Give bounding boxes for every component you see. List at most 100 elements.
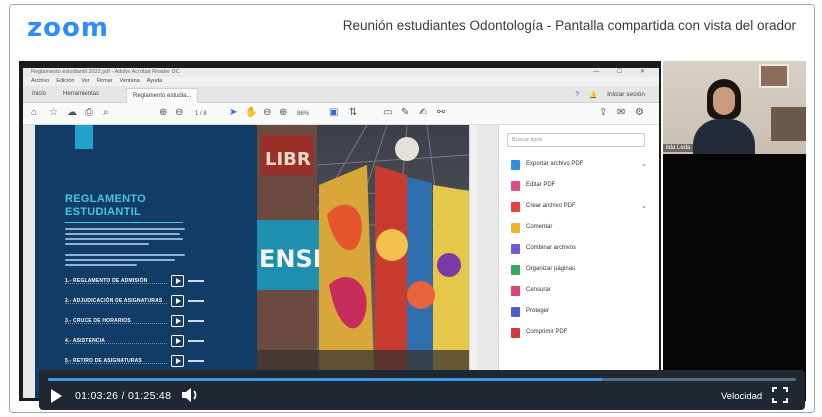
tool-icon [511,328,520,338]
tool-item[interactable]: Combinar archivos [511,243,651,257]
tools-menu-icon[interactable]: ⚙ [635,107,644,118]
progress-fill [48,378,602,381]
tool-icon [511,181,520,191]
scroll-mode-icon[interactable]: ⇅ [349,107,357,118]
tool-icon [511,244,520,254]
tool-label: Crear archivo PDF [526,203,576,209]
tool-label: Organizar páginas [526,266,576,272]
time-display: 01:03:26 / 01:25:48 [75,390,172,402]
star-icon[interactable]: ☆ [49,107,58,118]
document-heading: REGLAMENTO ESTUDIANTIL [65,193,147,218]
index-item[interactable]: 5.- RETIRO DE ASIGNATURAS [65,355,245,369]
zoom-out-icon[interactable]: ⊖ [263,107,271,118]
tool-item[interactable]: Exportar archivo PDF ⌄ [511,159,651,173]
tool-item[interactable]: Crear archivo PDF ⌄ [511,201,651,215]
total-time: 01:25:48 [127,390,172,402]
print-icon[interactable]: ⎙ [85,107,93,118]
zoom-in-icon[interactable]: ⊕ [279,107,287,118]
pen-icon[interactable]: ✎ [401,107,409,118]
index-item[interactable]: 1.- REGLAMENTO DE ADMISIÓN [65,275,245,289]
play-button[interactable] [49,388,63,404]
document-scrollbar[interactable] [469,125,477,398]
tool-icon [511,286,520,296]
fit-page-icon[interactable]: ▣ [329,107,338,118]
chevron-down-icon[interactable]: ⌄ [641,202,647,210]
comment-icon[interactable]: ▭ [383,107,392,118]
home-icon[interactable]: ⌂ [31,107,37,118]
tool-label: Exportar archivo PDF [526,161,584,167]
tool-item[interactable]: Comentar [511,222,651,236]
meeting-title: Reunión estudiantes Odontología - Pantal… [342,18,796,33]
speaker-video: ilda Leda [663,61,806,154]
pdf-toolbar: ⌂ ☆ ☁ ⎙ ⌕ ⊕ ⊖ 1 / 8 ➤ ✋ ⊖ ⊕ 86% ▣ ⇅ ▭ ✎ … [23,103,659,125]
link-icon[interactable]: ⚯ [437,107,445,118]
pdf-page-right-photo: LIBR ENSE [257,125,469,398]
select-cursor-icon[interactable]: ➤ [229,107,237,118]
campus-mural-photo: LIBR ENSE [257,125,469,398]
play-icon[interactable] [171,295,184,307]
window-controls[interactable]: — ☐ ✕ [593,68,653,77]
tool-item[interactable]: Proteger [511,306,651,320]
play-icon[interactable] [171,275,184,287]
menu-item[interactable]: Ver [81,77,89,86]
menu-item[interactable]: Firmar [97,77,113,86]
speaker-face [713,87,735,115]
zoom-header: zoom Reunión estudiantes Odontología - P… [10,5,814,55]
mail-icon[interactable]: ✉ [617,107,625,118]
tab-herramientas[interactable]: Herramientas [63,91,99,97]
intro-paragraph [65,228,185,268]
tool-label: Combinar archivos [526,245,577,251]
signin-link[interactable]: Iniciar sesión [607,91,645,99]
index-item[interactable]: 2.- ADJUDICACIÓN DE ASIGNATURAS [65,295,245,309]
menu-item[interactable]: Ventana [120,77,140,86]
menu-item[interactable]: Edición [56,77,74,86]
tool-icon [511,202,520,212]
tool-item[interactable]: Comprimir PDF [511,327,651,341]
pdf-titlebar: Reglamento estudiantil 2022.pdf - Adobe … [23,68,659,77]
index-item[interactable]: 3.- CRUCE DE HORARIOS [65,315,245,329]
play-icon[interactable] [171,315,184,327]
tool-item[interactable]: Censurar [511,285,651,299]
speed-button[interactable]: Velocidad [721,391,762,402]
progress-bar[interactable] [48,378,796,381]
pdf-reader-window: Reglamento estudiantil 2022.pdf - Adobe … [23,68,659,398]
menu-item[interactable]: Archivo [31,77,49,86]
decorative-block [75,125,93,149]
hand-icon[interactable]: ✋ [245,107,257,118]
play-icon[interactable] [171,335,184,347]
pdf-window-title: Reglamento estudiantil 2022.pdf - Adobe … [31,69,180,75]
mural-text: ENSE [259,245,329,273]
fullscreen-icon[interactable] [772,387,788,403]
speaker-name-tag: ilda Leda [663,144,694,152]
share-icon[interactable]: ⇪ [599,107,607,118]
bookshelf [771,107,806,141]
page-indicator[interactable]: 1 / 8 [195,111,207,117]
tool-item[interactable]: Editar PDF [511,180,651,194]
speaker-video-background [663,154,806,401]
tool-label: Editar PDF [526,182,556,188]
wall-picture [759,64,789,88]
tool-item[interactable]: Organizar páginas [511,264,651,278]
tool-icon [511,265,520,275]
cloud-icon[interactable]: ☁ [67,107,77,118]
index-item[interactable]: 4.- ASISTENCIA [65,335,245,349]
page-up-icon[interactable]: ⊕ [159,107,167,118]
page-down-icon[interactable]: ⊖ [175,107,183,118]
help-icon[interactable]: ? [575,91,579,99]
chevron-down-icon[interactable]: ⌄ [641,160,647,168]
tools-pane: Buscar tipos Exportar archivo PDF ⌄ Editar… [498,125,659,398]
zoom-level[interactable]: 86% [297,111,309,117]
search-icon[interactable]: ⌕ [103,107,109,118]
tab-document[interactable]: Reglamento estudia... [126,88,199,103]
pdf-tabbar: Inicio Herramientas Reglamento estudia..… [23,86,659,103]
svg-text:LIBR: LIBR [265,149,311,170]
volume-icon[interactable] [180,387,200,403]
menu-item[interactable]: Ayuda [147,77,163,86]
bell-icon[interactable]: 🔔 [589,91,597,99]
current-time: 01:03:26 [75,390,119,402]
sign-icon[interactable]: ✍ [419,107,427,118]
tab-inicio[interactable]: Inicio [32,91,46,97]
play-icon[interactable] [171,355,184,367]
tool-icon [511,307,520,317]
tools-search-input[interactable]: Buscar tipos [507,133,645,147]
